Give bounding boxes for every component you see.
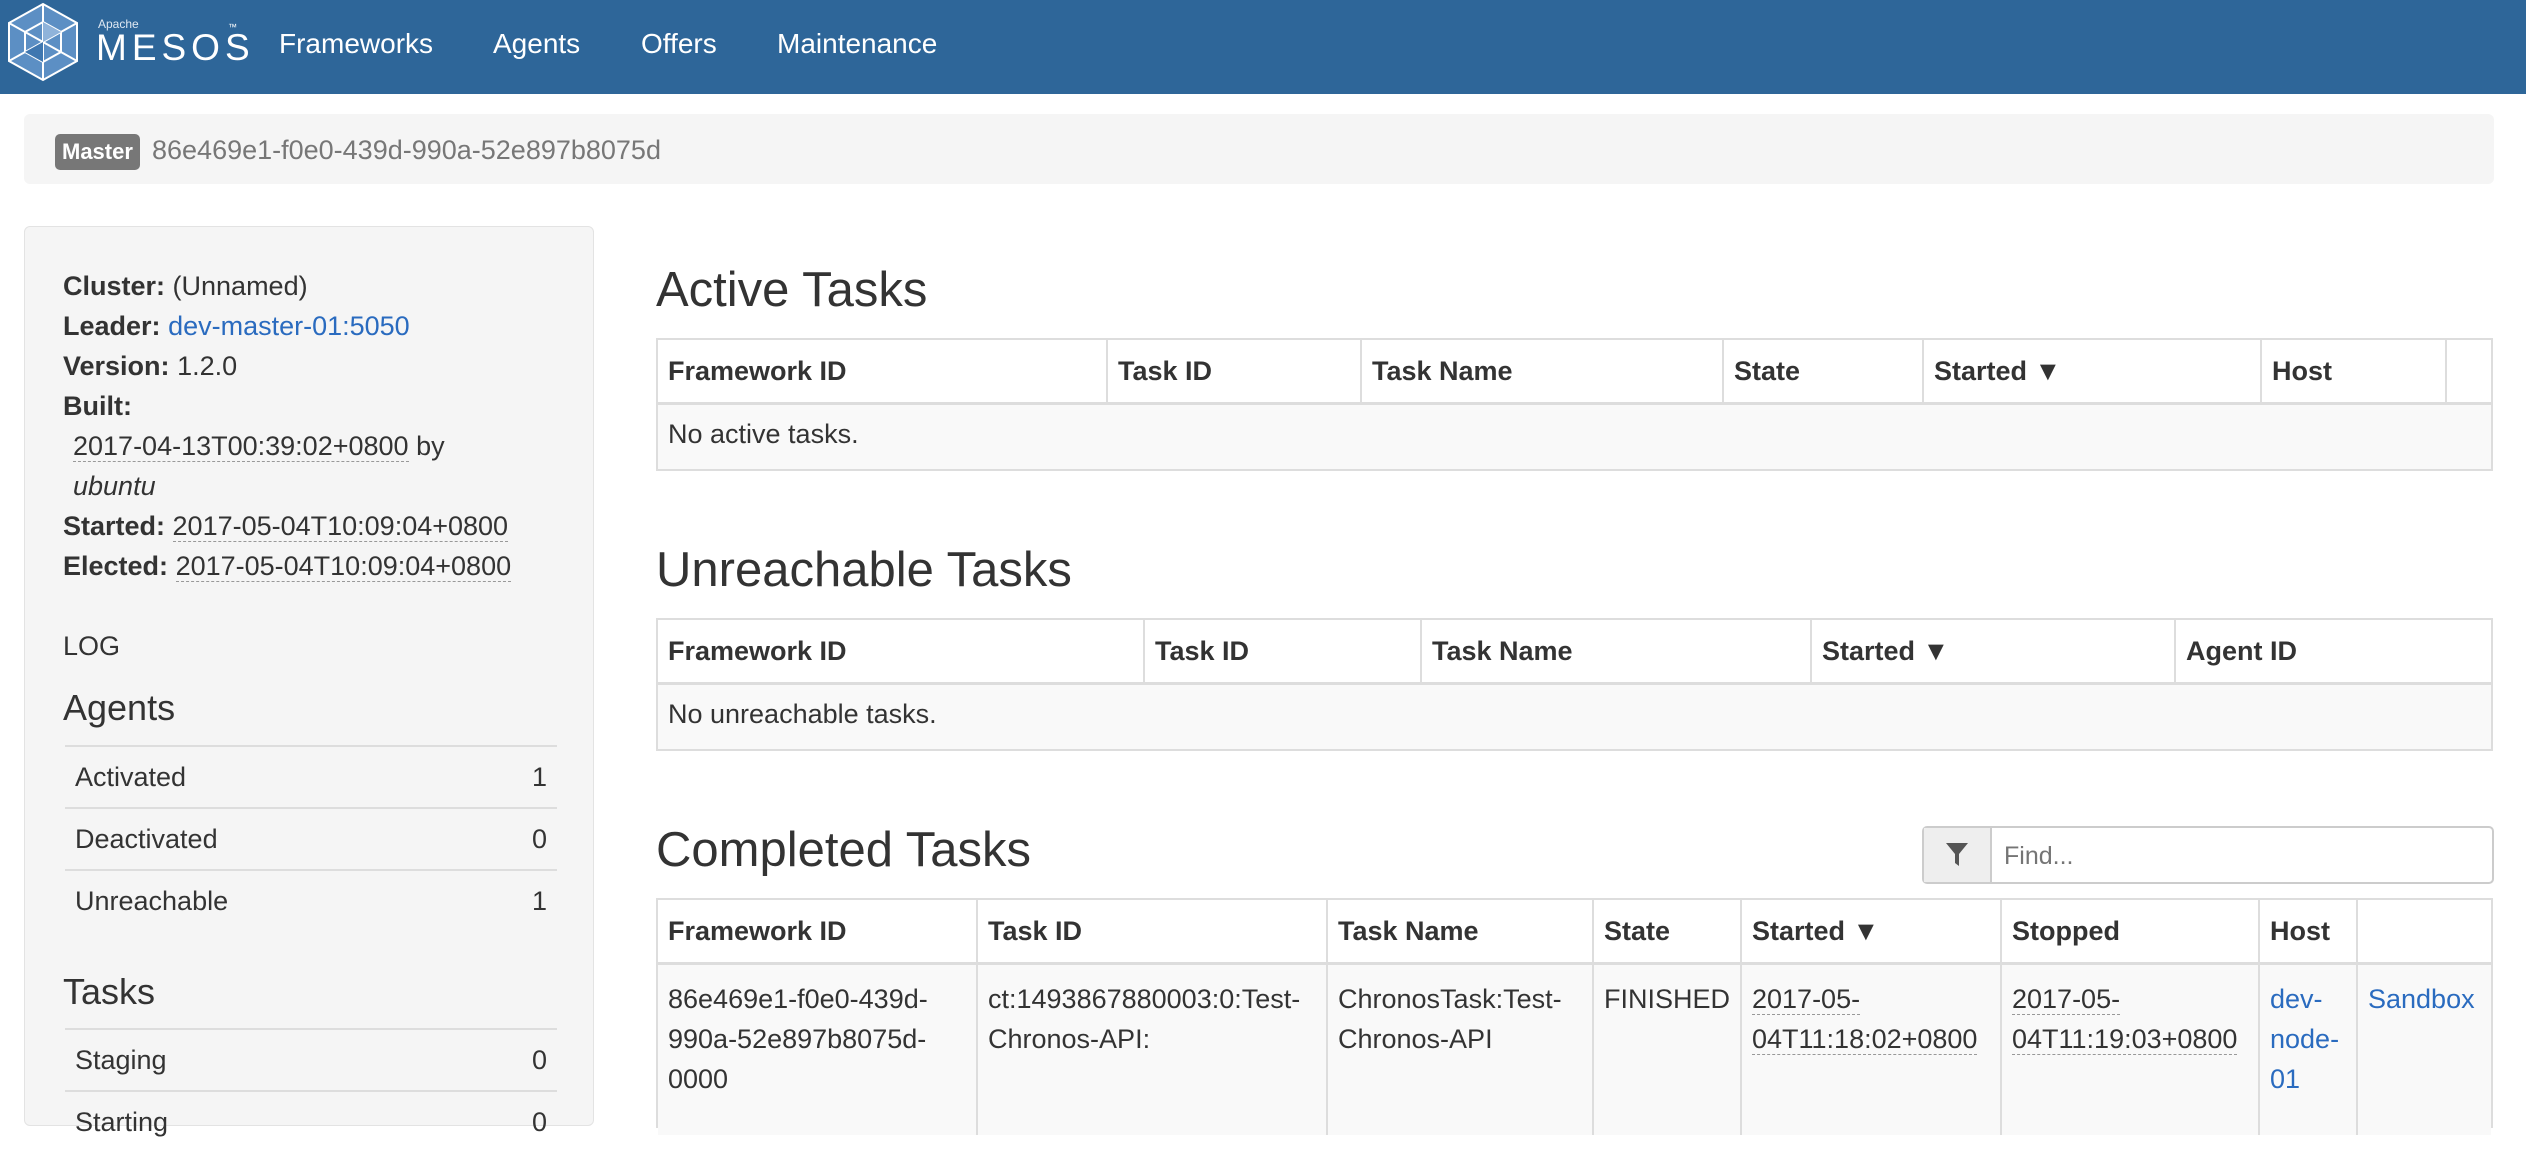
filter-icon [1946, 843, 1968, 866]
version-info: Version: 1.2.0 [63, 351, 237, 382]
elected-info: Elected: 2017-05-04T10:09:04+0800 [63, 551, 512, 582]
cluster-label: Cluster: [63, 271, 166, 301]
row-task-id: ct:1493867880003:0:Test-Chronos-API: [978, 965, 1328, 1135]
sandbox-link[interactable]: Sandbox [2368, 984, 2475, 1014]
agents-activated-label: Activated [75, 762, 187, 792]
agents-unreachable-label: Unreachable [75, 886, 229, 916]
agents-heading: Agents [63, 687, 176, 728]
host-link[interactable]: dev-node-01 [2270, 984, 2339, 1094]
row-stopped-value: 2017-05-04T11:19:03+0800 [2012, 984, 2238, 1055]
brand-tm: ™ [228, 22, 237, 32]
active-tasks-table: Framework ID Task ID Task Name State Sta… [656, 338, 2493, 471]
elected-value: 2017-05-04T10:09:04+0800 [175, 551, 512, 582]
built-label-line: Built: [63, 391, 132, 422]
started-label: Started: [63, 511, 166, 541]
agents-deactivated-value: 0 [531, 824, 547, 854]
started-value: 2017-05-04T10:09:04+0800 [172, 511, 509, 542]
tasks-heading: Tasks [63, 971, 156, 1012]
agents-activated-value: 1 [531, 762, 547, 792]
nav-agents[interactable]: Agents [493, 28, 580, 60]
built-by-word: by [416, 431, 445, 461]
row-started-value: 2017-05-04T11:18:02+0800 [1752, 984, 1978, 1055]
unreachable-tasks-empty: No unreachable tasks. [658, 685, 2491, 749]
tasks-staging-value: 0 [531, 1045, 547, 1075]
leader-info: Leader: dev-master-01:5050 [63, 311, 410, 342]
row-actions: Sandbox [2358, 965, 2491, 1135]
version-label: Version: [63, 351, 170, 381]
col-task-name[interactable]: Task Name [1422, 620, 1812, 682]
master-bar: Master 86e469e1-f0e0-439d-990a-52e897b80… [24, 114, 2494, 184]
col-framework-id[interactable]: Framework ID [658, 620, 1145, 682]
tasks-staging-row: Staging 0 [65, 1028, 557, 1091]
col-framework-id[interactable]: Framework ID [658, 340, 1108, 402]
started-info: Started: 2017-05-04T10:09:04+0800 [63, 511, 509, 542]
built-label: Built: [63, 391, 132, 421]
elected-label: Elected: [63, 551, 169, 581]
completed-tasks-header: Framework ID Task ID Task Name State Sta… [658, 900, 2491, 965]
row-stopped: 2017-05-04T11:19:03+0800 [2002, 965, 2260, 1135]
active-tasks-empty: No active tasks. [658, 405, 2491, 469]
row-framework-id: 86e469e1-f0e0-439d-990a-52e897b8075d-000… [658, 965, 978, 1135]
col-host[interactable]: Host [2260, 900, 2358, 962]
col-task-id[interactable]: Task ID [1108, 340, 1362, 402]
col-task-id[interactable]: Task ID [1145, 620, 1422, 682]
active-tasks-header: Framework ID Task ID Task Name State Sta… [658, 340, 2491, 405]
col-actions [2358, 900, 2491, 962]
agents-deactivated-row: Deactivated 0 [65, 807, 557, 870]
col-started[interactable]: Started ▼ [1742, 900, 2002, 962]
col-state[interactable]: State [1724, 340, 1924, 402]
built-info: 2017-04-13T00:39:02+0800 by [73, 431, 445, 462]
master-badge: Master [55, 134, 140, 170]
master-id: 86e469e1-f0e0-439d-990a-52e897b8075d [152, 135, 661, 165]
row-host: dev-node-01 [2260, 965, 2358, 1135]
col-framework-id[interactable]: Framework ID [658, 900, 978, 962]
completed-tasks-table: Framework ID Task ID Task Name State Sta… [656, 898, 2493, 1135]
agents-deactivated-label: Deactivated [75, 824, 218, 854]
completed-tasks-title: Completed Tasks [656, 823, 1031, 877]
nav-frameworks[interactable]: Frameworks [279, 28, 433, 60]
agents-unreachable-row: Unreachable 1 [65, 869, 557, 932]
agents-unreachable-value: 1 [531, 886, 547, 916]
cluster-value: (Unnamed) [172, 271, 308, 301]
col-stopped[interactable]: Stopped [2002, 900, 2260, 962]
col-task-name[interactable]: Task Name [1328, 900, 1594, 962]
completed-search [1922, 826, 2494, 884]
search-input[interactable] [2002, 838, 2476, 874]
active-tasks-title: Active Tasks [656, 263, 928, 317]
col-task-name[interactable]: Task Name [1362, 340, 1724, 402]
cluster-sidebar: Cluster: (Unnamed) Leader: dev-master-01… [24, 226, 594, 1137]
brand-mesos[interactable]: MESOS [96, 27, 255, 69]
col-agent-id[interactable]: Agent ID [2176, 620, 2491, 682]
mesos-logo-icon[interactable] [6, 2, 80, 82]
table-row: 86e469e1-f0e0-439d-990a-52e897b8075d-000… [658, 965, 2491, 1135]
tasks-starting-value: 0 [531, 1107, 547, 1137]
unreachable-tasks-table: Framework ID Task ID Task Name Started ▼… [656, 618, 2493, 751]
built-by: ubuntu [73, 471, 156, 501]
tasks-staging-label: Staging [75, 1045, 167, 1075]
col-task-id[interactable]: Task ID [978, 900, 1328, 962]
col-started[interactable]: Started ▼ [1924, 340, 2262, 402]
nav-offers[interactable]: Offers [641, 28, 717, 60]
top-navbar: Apache MESOS ™ Frameworks Agents Offers … [0, 0, 2526, 94]
log-link[interactable]: LOG [63, 631, 120, 662]
tasks-starting-label: Starting [75, 1107, 169, 1137]
built-date: 2017-04-13T00:39:02+0800 [73, 431, 409, 462]
col-state[interactable]: State [1594, 900, 1742, 962]
leader-link[interactable]: dev-master-01:5050 [168, 311, 410, 341]
tasks-starting-row: Starting 0 [65, 1090, 557, 1153]
col-started[interactable]: Started ▼ [1812, 620, 2176, 682]
unreachable-tasks-header: Framework ID Task ID Task Name Started ▼… [658, 620, 2491, 685]
leader-label: Leader: [63, 311, 161, 341]
nav-maintenance[interactable]: Maintenance [777, 28, 937, 60]
agents-activated-row: Activated 1 [65, 745, 557, 808]
version-value: 1.2.0 [177, 351, 238, 381]
col-host[interactable]: Host [2262, 340, 2447, 402]
row-state: FINISHED [1594, 965, 1742, 1135]
filter-addon [1924, 828, 1992, 882]
row-task-name: ChronosTask:Test-Chronos-API [1328, 965, 1594, 1135]
row-started: 2017-05-04T11:18:02+0800 [1742, 965, 2002, 1135]
cluster-info: Cluster: (Unnamed) [63, 271, 308, 302]
unreachable-tasks-title: Unreachable Tasks [656, 543, 1072, 597]
